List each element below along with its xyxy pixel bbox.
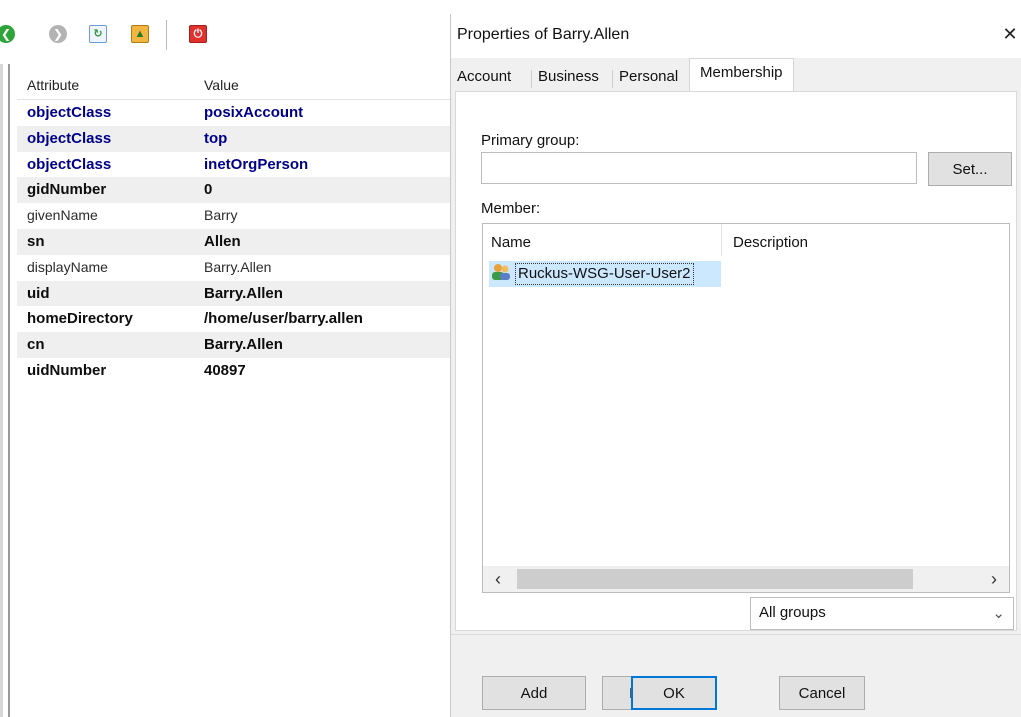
footer-divider (451, 634, 1021, 635)
attribute-value: 40897 (204, 361, 246, 379)
forward-icon[interactable]: ❯ (46, 22, 70, 46)
tab-strip: Account Business Personal Membership (451, 58, 1021, 92)
table-row[interactable]: objectClass top (17, 125, 450, 152)
membership-panel: Primary group: Set... Member: Name Descr… (455, 91, 1017, 710)
attribute-table: Attribute Value objectClass posixAccount… (17, 70, 450, 384)
attribute-name: objectClass (27, 155, 112, 173)
hierarchy-icon[interactable]: ▲ (128, 22, 152, 46)
pane-border (0, 64, 3, 717)
attribute-value: Barry.Allen (204, 258, 272, 275)
toolbar: ❮ ❯ ↻ ▲ ⏻ (0, 18, 450, 54)
list-item[interactable]: Ruckus-WSG-User-User2 (489, 261, 721, 287)
attribute-name: displayName (27, 258, 108, 275)
tab-account[interactable]: Account (453, 64, 515, 92)
horizontal-scrollbar[interactable]: ‹ › (483, 566, 1009, 592)
toolbar-separator (166, 20, 167, 50)
scrollbar-thumb[interactable] (517, 569, 913, 589)
table-row[interactable]: displayName Barry.Allen (17, 255, 450, 281)
description-column-header[interactable]: Description (733, 234, 808, 251)
tab-divider (531, 70, 532, 88)
table-row[interactable]: objectClass inetOrgPerson (17, 152, 450, 178)
properties-dialog: Properties of Barry.Allen ✕ Account Busi… (450, 14, 1021, 717)
cancel-button[interactable]: Cancel (779, 676, 865, 710)
table-row[interactable]: objectClass posixAccount (17, 100, 450, 126)
name-column-header[interactable]: Name (491, 234, 531, 251)
table-row[interactable]: uidNumber 40897 (17, 358, 450, 384)
table-row[interactable]: gidNumber 0 (17, 177, 450, 204)
stop-icon[interactable]: ⏻ (186, 22, 210, 46)
attribute-name: gidNumber (27, 181, 107, 199)
tab-business[interactable]: Business (534, 64, 603, 92)
table-row[interactable]: cn Barry.Allen (17, 332, 450, 358)
attribute-name: sn (27, 232, 45, 250)
member-name: Ruckus-WSG-User-User2 (515, 263, 694, 285)
attribute-value: 0 (204, 181, 213, 199)
back-icon[interactable]: ❮ (0, 22, 18, 46)
tab-divider (612, 70, 613, 88)
groups-filter-select[interactable]: All groups ⌄ (750, 597, 1014, 630)
scroll-right-icon[interactable]: › (991, 568, 997, 590)
attribute-column-header[interactable]: Attribute (27, 77, 79, 93)
attribute-name: objectClass (27, 129, 112, 147)
attribute-name: cn (27, 336, 45, 354)
tab-personal[interactable]: Personal (615, 64, 682, 92)
attribute-value: posixAccount (204, 104, 304, 121)
tab-membership[interactable]: Membership (689, 58, 794, 92)
value-column-header[interactable]: Value (204, 77, 239, 93)
attribute-name: givenName (27, 207, 98, 224)
add-button[interactable]: Add (482, 676, 586, 710)
groups-filter-value: All groups (759, 604, 826, 621)
table-row[interactable]: uid Barry.Allen (17, 280, 450, 307)
attribute-value: /home/user/barry.allen (204, 310, 363, 328)
scroll-left-icon[interactable]: ‹ (495, 568, 501, 590)
attribute-value: top (204, 129, 228, 147)
member-list[interactable]: Name Description Ruckus-WSG-User-User2 ‹ (482, 223, 1010, 593)
member-label: Member: (481, 200, 541, 217)
refresh-icon[interactable]: ↻ (86, 22, 110, 46)
set-button[interactable]: Set... (928, 152, 1012, 186)
table-row[interactable]: givenName Barry (17, 203, 450, 229)
column-divider[interactable] (721, 224, 722, 256)
ok-button[interactable]: OK (631, 676, 717, 710)
primary-group-label: Primary group: (481, 132, 580, 149)
attribute-name: uidNumber (27, 361, 107, 379)
attribute-name: uid (27, 284, 50, 302)
attribute-value: Allen (204, 232, 241, 250)
attribute-value: inetOrgPerson (204, 155, 309, 173)
table-row[interactable]: homeDirectory /home/user/barry.allen (17, 306, 450, 332)
table-row[interactable]: sn Allen (17, 228, 450, 255)
dialog-titlebar[interactable]: Properties of Barry.Allen ✕ (451, 14, 1021, 58)
dialog-title: Properties of Barry.Allen (457, 26, 630, 43)
attribute-name: objectClass (27, 104, 112, 121)
primary-group-field[interactable] (481, 152, 917, 184)
attribute-table-header: Attribute Value (17, 70, 450, 100)
attribute-value: Barry.Allen (204, 284, 283, 302)
attribute-value: Barry (204, 207, 238, 224)
chevron-down-icon: ⌄ (992, 605, 1005, 622)
group-icon (491, 263, 511, 285)
pane-splitter[interactable] (8, 64, 10, 717)
close-icon[interactable]: ✕ (1002, 24, 1018, 44)
attribute-value: Barry.Allen (204, 336, 283, 354)
attribute-name: homeDirectory (27, 310, 133, 328)
